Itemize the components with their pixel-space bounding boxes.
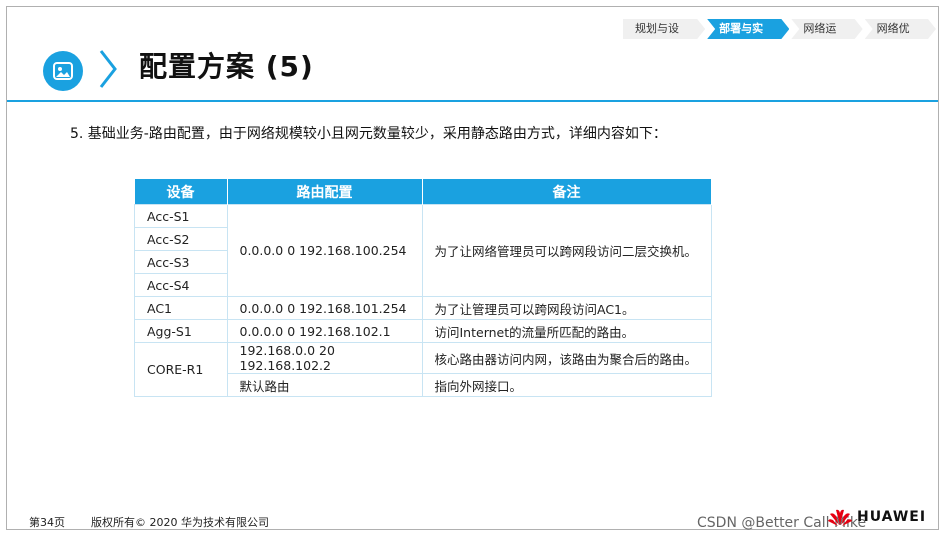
note-cell: 为了让网络管理员可以跨网段访问二层交换机。 [421, 204, 712, 297]
table-row: Acc-S1 0.0.0.0 0 192.168.100.254 为了让网络管理… [134, 204, 712, 297]
device-cell: Acc-S3 [134, 250, 228, 274]
copyright-text: 版权所有© 2020 华为技术有限公司 [91, 516, 269, 529]
step-deployment[interactable]: 部署与实施 [707, 19, 789, 39]
route-cell: 0.0.0.0 0 192.168.100.254 [226, 204, 423, 297]
slide: 规划与设计 部署与实施 网络运维 网络优化 配置方案 (5) 5. 基础业务-路… [6, 6, 939, 531]
image-icon [43, 51, 83, 91]
device-cell: AC1 [134, 296, 228, 320]
column-header-route: 路由配置 [227, 179, 423, 205]
table-row: CORE-R1 192.168.0.0 20 192.168.102.2 核心路… [134, 342, 712, 397]
step-nav: 规划与设计 部署与实施 网络运维 网络优化 [623, 19, 938, 39]
route-cell: 默认路由 [226, 373, 423, 397]
note-cell: 指向外网接口。 [421, 373, 712, 397]
device-cell: Acc-S1 [134, 204, 228, 228]
route-cell: 0.0.0.0 0 192.168.101.254 [226, 296, 423, 320]
column-header-note: 备注 [422, 179, 712, 205]
huawei-logo-icon [828, 509, 852, 526]
column-header-device: 设备 [134, 179, 228, 205]
note-cell: 核心路由器访问内网，该路由为聚合后的路由。 [421, 342, 712, 374]
table-row: AC1 0.0.0.0 0 192.168.101.254 为了让管理员可以跨网… [134, 296, 712, 320]
title-divider [7, 100, 938, 102]
device-cell: Acc-S2 [134, 227, 228, 251]
note-cell: 访问Internet的流量所匹配的路由。 [421, 319, 712, 343]
brand-name: HUAWEI [857, 509, 927, 525]
route-cell: 192.168.0.0 20 192.168.102.2 [226, 342, 423, 374]
page-title: 配置方案 (5) [139, 50, 314, 83]
route-config-table: 设备 路由配置 备注 Acc-S1 0.0.0.0 0 192.168.100.… [134, 179, 712, 397]
device-cell: CORE-R1 [134, 342, 228, 397]
device-cell: Agg-S1 [134, 319, 228, 343]
device-cell: Acc-S4 [134, 273, 228, 297]
chevron-right-icon [99, 50, 117, 88]
table-row: Agg-S1 0.0.0.0 0 192.168.102.1 访问Interne… [134, 319, 712, 343]
note-cell: 为了让管理员可以跨网段访问AC1。 [421, 296, 712, 320]
step-operations[interactable]: 网络运维 [791, 19, 862, 39]
route-cell: 0.0.0.0 0 192.168.102.1 [226, 319, 423, 343]
step-planning[interactable]: 规划与设计 [623, 19, 705, 39]
step-optimization[interactable]: 网络优化 [865, 19, 936, 39]
intro-text: 5. 基础业务-路由配置，由于网络规模较小且网元数量较少，采用静态路由方式，详细… [70, 126, 667, 142]
table-header-row: 设备 路由配置 备注 [134, 179, 712, 205]
page-number: 第34页 [29, 516, 65, 529]
